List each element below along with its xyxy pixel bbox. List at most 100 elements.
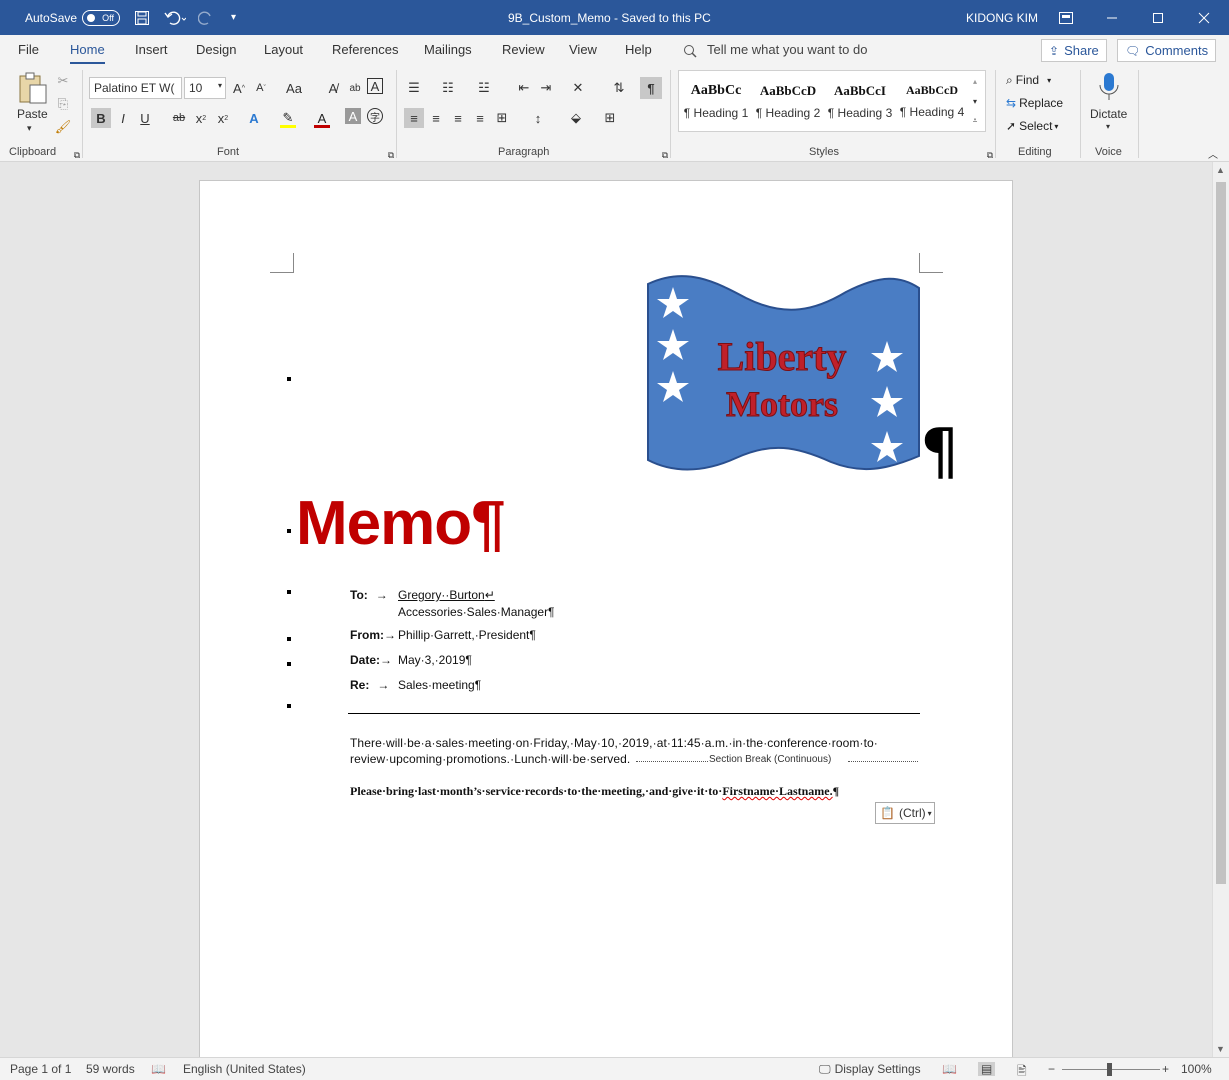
tab-view[interactable]: View bbox=[569, 42, 597, 57]
tab-mailings[interactable]: Mailings bbox=[424, 42, 472, 57]
tab-references[interactable]: References bbox=[332, 42, 398, 57]
justify-button[interactable]: ≡ bbox=[470, 108, 490, 128]
format-painter-icon[interactable]: 🖌 bbox=[53, 117, 73, 137]
to-label[interactable]: To: → bbox=[350, 588, 388, 602]
ribbon-display-icon[interactable] bbox=[1043, 0, 1089, 35]
tab-layout[interactable]: Layout bbox=[264, 42, 303, 57]
display-settings-button[interactable]: 🖵 Display Settings bbox=[819, 1062, 921, 1077]
undo-icon[interactable] bbox=[164, 0, 186, 35]
to-name[interactable]: Gregory··Burton↵ bbox=[398, 588, 495, 602]
scroll-down-icon[interactable]: ▼ bbox=[1216, 1044, 1225, 1054]
scrollbar-thumb[interactable] bbox=[1216, 182, 1226, 884]
change-case-icon[interactable]: Aa bbox=[284, 78, 304, 98]
bullets-icon[interactable]: ☰ bbox=[404, 78, 424, 98]
increase-indent-icon[interactable]: ⇥ bbox=[536, 78, 556, 98]
asian-layout-icon[interactable]: ✕ bbox=[568, 78, 588, 98]
italic-button[interactable]: I bbox=[113, 108, 133, 128]
tab-file[interactable]: File bbox=[18, 42, 39, 57]
style-heading-2[interactable]: AaBbCcD ¶ Heading 2 bbox=[752, 73, 824, 129]
comments-button[interactable]: 🗨 Comments bbox=[1117, 39, 1217, 62]
minimize-button[interactable] bbox=[1089, 0, 1135, 35]
to-title[interactable]: Accessories·Sales·Manager¶ bbox=[398, 605, 555, 619]
tab-home[interactable]: Home bbox=[70, 42, 105, 64]
tab-insert[interactable]: Insert bbox=[135, 42, 168, 57]
document-page[interactable]: Liberty Motors ¶ Memo¶ To: → Gregory··Bur… bbox=[199, 180, 1013, 1057]
shading-icon[interactable]: ⬙ bbox=[566, 108, 586, 128]
zoom-slider-thumb[interactable] bbox=[1107, 1063, 1112, 1076]
date-label[interactable]: Date:→ bbox=[350, 653, 392, 667]
memo-title[interactable]: Memo¶ bbox=[296, 493, 506, 555]
web-layout-icon[interactable]: 🖹 bbox=[1017, 1062, 1027, 1080]
vertical-scrollbar[interactable]: ▲ ▼ bbox=[1212, 162, 1229, 1057]
find-button[interactable]: ⌕ Find ▾ bbox=[1006, 70, 1051, 90]
highlight-icon[interactable]: ✎ bbox=[278, 108, 298, 128]
phonetic-guide-icon[interactable]: ab bbox=[345, 78, 365, 98]
body-line-1[interactable]: There·will·be·a·sales·meeting·on·Friday,… bbox=[350, 736, 878, 750]
subscript-button[interactable]: x2 bbox=[191, 108, 211, 128]
scroll-up-icon[interactable]: ▲ bbox=[1216, 165, 1225, 175]
superscript-button[interactable]: x2 bbox=[213, 108, 233, 128]
tell-me-input[interactable]: Tell me what you want to do bbox=[707, 42, 867, 57]
font-size-select[interactable]: 10 ▾ bbox=[184, 77, 226, 99]
strikethrough-button[interactable]: ab bbox=[169, 108, 189, 128]
page-count[interactable]: Page 1 of 1 bbox=[10, 1062, 71, 1076]
re-value[interactable]: Sales·meeting¶ bbox=[398, 678, 481, 692]
numbering-icon[interactable]: ☷ bbox=[438, 78, 458, 98]
maximize-button[interactable] bbox=[1135, 0, 1181, 35]
re-label[interactable]: Re: → bbox=[350, 678, 389, 692]
cut-icon[interactable]: ✂ bbox=[53, 71, 73, 91]
proofing-icon[interactable]: 📖 bbox=[151, 1062, 166, 1076]
enclose-characters-icon[interactable]: 字 bbox=[367, 108, 383, 124]
body-line-2[interactable]: review·upcoming·promotions.·Lunch·will·b… bbox=[350, 752, 630, 766]
styles-scroll-down-icon[interactable]: ▾ bbox=[968, 91, 982, 111]
underline-button[interactable]: U bbox=[135, 108, 155, 128]
bold-button[interactable]: B bbox=[91, 108, 111, 128]
redo-icon[interactable] bbox=[198, 0, 214, 35]
from-value[interactable]: Phillip·Garrett,·President¶ bbox=[398, 628, 536, 642]
from-label[interactable]: From:→ bbox=[350, 628, 396, 642]
body-line-3[interactable]: Please·bring·last·month’s·service·record… bbox=[350, 784, 839, 799]
zoom-in-icon[interactable]: + bbox=[1162, 1062, 1169, 1076]
copy-icon[interactable]: ⎘ bbox=[53, 94, 73, 114]
multilevel-list-icon[interactable]: ☳ bbox=[474, 78, 494, 98]
replace-button[interactable]: ⇆ Replace bbox=[1006, 93, 1063, 113]
word-count[interactable]: 59 words bbox=[86, 1062, 135, 1076]
language[interactable]: English (United States) bbox=[183, 1062, 306, 1076]
liberty-motors-logo[interactable]: Liberty Motors bbox=[646, 274, 921, 474]
grow-font-icon[interactable]: A ^ bbox=[229, 78, 249, 98]
close-button[interactable] bbox=[1181, 0, 1227, 35]
decrease-indent-icon[interactable]: ⇤ bbox=[514, 78, 534, 98]
shrink-font-icon[interactable]: Aˇ bbox=[251, 78, 271, 98]
collapse-ribbon-icon[interactable]: ︿ bbox=[1203, 143, 1223, 163]
align-right-button[interactable]: ≡ bbox=[448, 108, 468, 128]
styles-scroll-up-icon[interactable]: ▴ bbox=[968, 71, 982, 91]
show-formatting-button[interactable]: ¶ bbox=[640, 77, 662, 99]
character-shading-icon[interactable]: A bbox=[345, 108, 361, 124]
font-name-select[interactable]: Palatino ET W( bbox=[89, 77, 182, 99]
tab-help[interactable]: Help bbox=[625, 42, 652, 57]
placeholder-name[interactable]: Firstname·Lastname. bbox=[722, 784, 832, 798]
borders-icon[interactable]: ⊞ bbox=[600, 108, 620, 128]
styles-more-icon[interactable]: ⩡ bbox=[968, 111, 982, 131]
date-value[interactable]: May·3,·2019¶ bbox=[398, 653, 472, 667]
character-border-icon[interactable]: A bbox=[367, 78, 383, 94]
select-button[interactable]: ➚ Select ▾ bbox=[1006, 116, 1058, 136]
print-layout-icon[interactable]: ▤ bbox=[978, 1062, 996, 1076]
user-name[interactable]: KIDONG KIM bbox=[966, 0, 1038, 35]
sort-icon[interactable]: ⇅ bbox=[609, 78, 629, 98]
dictate-button[interactable]: Dictate ▾ bbox=[1088, 70, 1130, 140]
font-color-icon[interactable]: A bbox=[312, 108, 332, 128]
tab-design[interactable]: Design bbox=[196, 42, 236, 57]
align-left-button[interactable]: ≡ bbox=[404, 108, 424, 128]
zoom-level[interactable]: 100% bbox=[1181, 1062, 1212, 1076]
style-heading-3[interactable]: AaBbCcI ¶ Heading 3 bbox=[824, 73, 896, 129]
save-icon[interactable] bbox=[134, 0, 150, 35]
share-button[interactable]: ⇪ Share bbox=[1041, 39, 1107, 62]
tab-review[interactable]: Review bbox=[502, 42, 545, 57]
distributed-button[interactable]: ⊞ bbox=[492, 108, 512, 128]
customize-qat-icon[interactable]: ▾ bbox=[231, 0, 236, 35]
paste-options-button[interactable]: 📋 (Ctrl) ▾ bbox=[875, 802, 935, 824]
autosave-toggle[interactable]: Off bbox=[82, 0, 120, 35]
zoom-out-icon[interactable]: − bbox=[1048, 1062, 1055, 1076]
text-effects-icon[interactable]: A bbox=[244, 108, 264, 128]
